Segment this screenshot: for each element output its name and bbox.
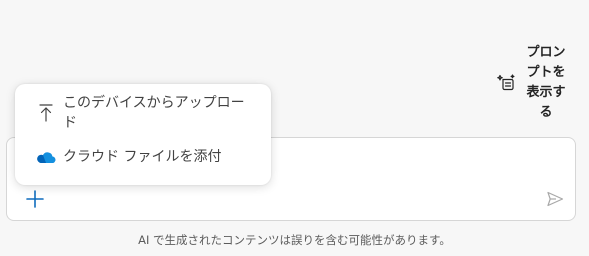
ai-disclaimer: AI で生成されたコンテンツは誤りを含む可能性があります。 bbox=[138, 233, 451, 247]
menu-item-label: クラウド ファイルを添付 bbox=[63, 149, 222, 165]
attach-menu: このデバイスからアップロード クラウド ファイルを添付 bbox=[15, 84, 271, 185]
chat-page: プロンプトを表示する このデバイスからアップロード クラウド ファイルを添付 A… bbox=[0, 0, 589, 256]
menu-item-label: このデバイスからアップロード bbox=[63, 95, 245, 131]
send-icon bbox=[545, 189, 565, 213]
show-prompts-button[interactable]: プロンプトを表示する bbox=[494, 42, 578, 124]
send-button[interactable] bbox=[544, 190, 566, 212]
menu-item-upload-from-device[interactable]: このデバイスからアップロード bbox=[15, 93, 253, 133]
menu-item-attach-cloud-file[interactable]: クラウド ファイルを添付 bbox=[15, 147, 221, 167]
prompt-sparkle-icon bbox=[496, 72, 518, 94]
plus-icon bbox=[25, 189, 45, 213]
add-attachment-button[interactable] bbox=[24, 190, 46, 212]
upload-icon bbox=[35, 103, 57, 123]
show-prompts-label: プロンプトを表示する bbox=[526, 45, 566, 120]
cloud-icon bbox=[35, 147, 57, 167]
